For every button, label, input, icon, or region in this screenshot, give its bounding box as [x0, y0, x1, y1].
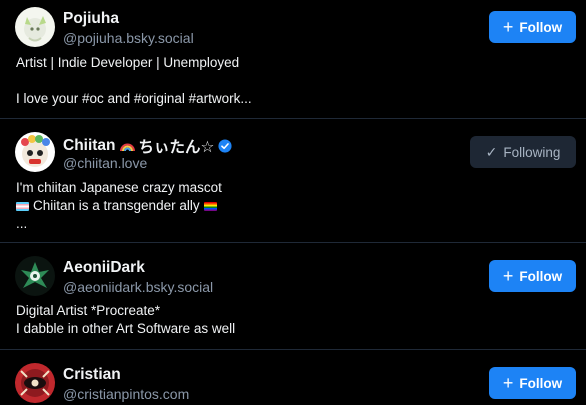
rainbow-icon	[119, 143, 135, 152]
profile-card-cristian[interactable]: Cristian @cristianpintos.com + Follow	[0, 349, 586, 405]
display-name-text: Cristian	[63, 366, 121, 383]
avatar-image	[15, 363, 55, 403]
plus-icon: +	[502, 266, 514, 286]
plus-icon: +	[502, 373, 514, 393]
bio-line-text: Chiitan is a transgender ally	[33, 198, 200, 213]
follow-button[interactable]: + Follow	[489, 11, 576, 43]
handle[interactable]: @aeoniidark.bsky.social	[63, 279, 213, 295]
transgender-flag-icon	[16, 201, 29, 211]
display-name-suffix: ちぃたん☆	[138, 138, 215, 156]
bio-line: I love your #oc and #original #artwork..…	[16, 91, 252, 106]
bio-line: Chiitan is a transgender ally	[16, 197, 222, 215]
handle[interactable]: @chiitan.love	[63, 155, 147, 171]
handle[interactable]: @cristianpintos.com	[63, 386, 189, 402]
bio-line: Digital Artist *Procreate*	[16, 303, 161, 318]
display-name[interactable]: Pojiuha	[63, 10, 119, 28]
profile-card-aeoniidark[interactable]: AeoniiDark @aeoniidark.bsky.social + Fol…	[0, 242, 586, 350]
handle[interactable]: @pojiuha.bsky.social	[63, 30, 194, 46]
bio-line: Artist | Indie Developer | Unemployed	[16, 55, 240, 70]
follow-button-label: Follow	[519, 268, 563, 284]
verified-check-icon[interactable]	[218, 139, 232, 153]
check-icon: ✓	[485, 144, 498, 160]
avatar[interactable]	[15, 256, 55, 296]
follow-button[interactable]: + Follow	[489, 260, 576, 292]
profile-bio: I'm chiitan Japanese crazy mascot Chiita…	[16, 179, 222, 233]
plus-icon: +	[502, 17, 514, 37]
bio-line-blank	[16, 72, 252, 90]
display-name-text: Chiitan	[63, 137, 116, 154]
avatar-image	[15, 7, 55, 47]
avatar[interactable]	[15, 7, 55, 47]
display-name[interactable]: Chiitan ちぃたん☆	[63, 135, 232, 157]
display-name-text: AeoniiDark	[63, 259, 145, 276]
profile-list: Pojiuha @pojiuha.bsky.social + Follow Ar…	[0, 0, 586, 405]
avatar-image	[15, 256, 55, 296]
following-button-label: Following	[503, 144, 561, 160]
profile-card-chiitan[interactable]: Chiitan ちぃたん☆ @chiitan.love ✓ Following …	[0, 118, 586, 243]
follow-button[interactable]: + Follow	[489, 367, 576, 399]
avatar[interactable]	[15, 132, 55, 172]
bio-line: ...	[16, 216, 28, 231]
display-name[interactable]: AeoniiDark	[63, 259, 145, 277]
rainbow-flag-icon	[203, 201, 217, 211]
bio-line: I dabble in other Art Software as well	[16, 321, 236, 336]
avatar[interactable]	[15, 363, 55, 403]
follow-button-label: Follow	[519, 19, 563, 35]
profile-bio: Artist | Indie Developer | Unemployed I …	[16, 54, 252, 108]
display-name-text: Pojiuha	[63, 10, 119, 27]
follow-button-label: Follow	[519, 375, 563, 391]
display-name[interactable]: Cristian	[63, 366, 121, 384]
following-button[interactable]: ✓ Following	[470, 136, 576, 168]
avatar-image	[15, 132, 55, 172]
profile-card-pojiuha[interactable]: Pojiuha @pojiuha.bsky.social + Follow Ar…	[0, 0, 586, 119]
profile-bio: Digital Artist *Procreate* I dabble in o…	[16, 302, 235, 338]
bio-line: I'm chiitan Japanese crazy mascot	[16, 180, 222, 195]
